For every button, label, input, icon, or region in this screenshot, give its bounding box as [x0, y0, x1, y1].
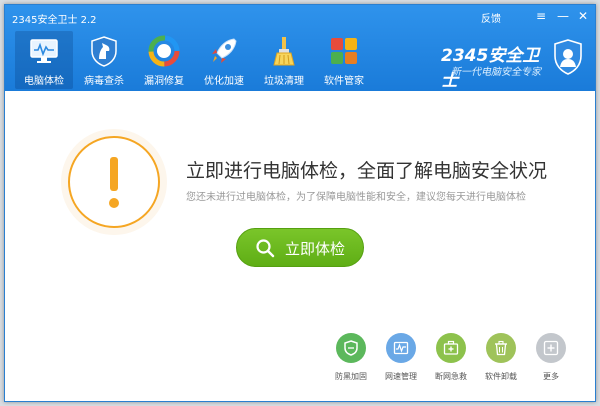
- brand-slogan: 新一代电脑安全专家: [451, 67, 541, 78]
- tool-net-speed[interactable]: 网速管理: [378, 333, 426, 383]
- nav-item-vuln-fix[interactable]: 漏洞修复: [135, 31, 193, 89]
- tool-more[interactable]: 更多: [528, 333, 576, 383]
- nav-item-virus-scan[interactable]: 病毒查杀: [75, 31, 133, 89]
- close-icon[interactable]: ✕: [575, 8, 591, 24]
- first-aid-icon: [443, 340, 459, 355]
- start-check-button[interactable]: 立即体检: [236, 228, 364, 267]
- nav-item-pc-check[interactable]: 电脑体检: [15, 31, 73, 89]
- tool-icon-bg: [486, 333, 516, 363]
- nav-item-software-manager[interactable]: 软件管家: [315, 31, 373, 89]
- page-subtitle: 您还未进行过电脑体检，为了保障电脑性能和安全，建议您每天进行电脑体检: [186, 192, 526, 203]
- app-title: 2345安全卫士 2.2: [12, 15, 97, 26]
- header-bar: 2345安全卫士 2.2 反馈 ≡ — ✕ 电脑体检 病毒查杀 漏洞修复 优化加…: [5, 5, 595, 91]
- nav-item-junk-clean[interactable]: 垃圾清理: [255, 31, 313, 89]
- horse-shield-icon: [91, 36, 117, 67]
- minimize-icon[interactable]: —: [555, 8, 571, 24]
- app-window: 2345安全卫士 2.2 反馈 ≡ — ✕ 电脑体检 病毒查杀 漏洞修复 优化加…: [4, 4, 596, 402]
- speed-chart-icon: [393, 341, 409, 355]
- trash-icon: [495, 340, 507, 356]
- feedback-link[interactable]: 反馈: [481, 10, 501, 25]
- search-icon: [256, 239, 275, 258]
- warning-icon: [61, 129, 167, 235]
- monitor-icon: [30, 39, 58, 63]
- tool-icon-bg: [536, 333, 566, 363]
- guard-shield-icon: [554, 39, 582, 75]
- nav-label: 电脑体检: [24, 76, 64, 87]
- brand-logo: 2345安全卫士: [441, 46, 540, 91]
- nav-label: 垃圾清理: [264, 76, 304, 87]
- broom-icon: [273, 37, 295, 66]
- nav-label: 优化加速: [204, 76, 244, 87]
- shield-icon: [344, 340, 358, 356]
- nav-label: 漏洞修复: [144, 76, 184, 87]
- page-title: 立即进行电脑体检，全面了解电脑安全状况: [186, 160, 548, 182]
- tool-icon-bg: [436, 333, 466, 363]
- rocket-icon: [212, 38, 237, 63]
- menu-icon[interactable]: ≡: [533, 8, 549, 24]
- plus-icon: [543, 340, 559, 356]
- title-bar: 2345安全卫士 2.2 反馈 ≡ — ✕: [5, 5, 595, 27]
- nav-label: 软件管家: [324, 76, 364, 87]
- tool-icon-bg: [386, 333, 416, 363]
- tool-label: 更多: [543, 372, 559, 381]
- nav-item-optimize[interactable]: 优化加速: [195, 31, 253, 89]
- tool-icon-bg: [336, 333, 366, 363]
- tool-net-first-aid[interactable]: 断网急救: [428, 333, 476, 383]
- app-grid-icon: [331, 38, 357, 64]
- tool-uninstall[interactable]: 软件卸载: [478, 333, 526, 383]
- repair-ring-icon: [148, 35, 180, 67]
- tool-anti-hack[interactable]: 防黑加固: [328, 333, 376, 383]
- start-check-label: 立即体检: [285, 240, 346, 258]
- nav-label: 病毒查杀: [84, 76, 124, 87]
